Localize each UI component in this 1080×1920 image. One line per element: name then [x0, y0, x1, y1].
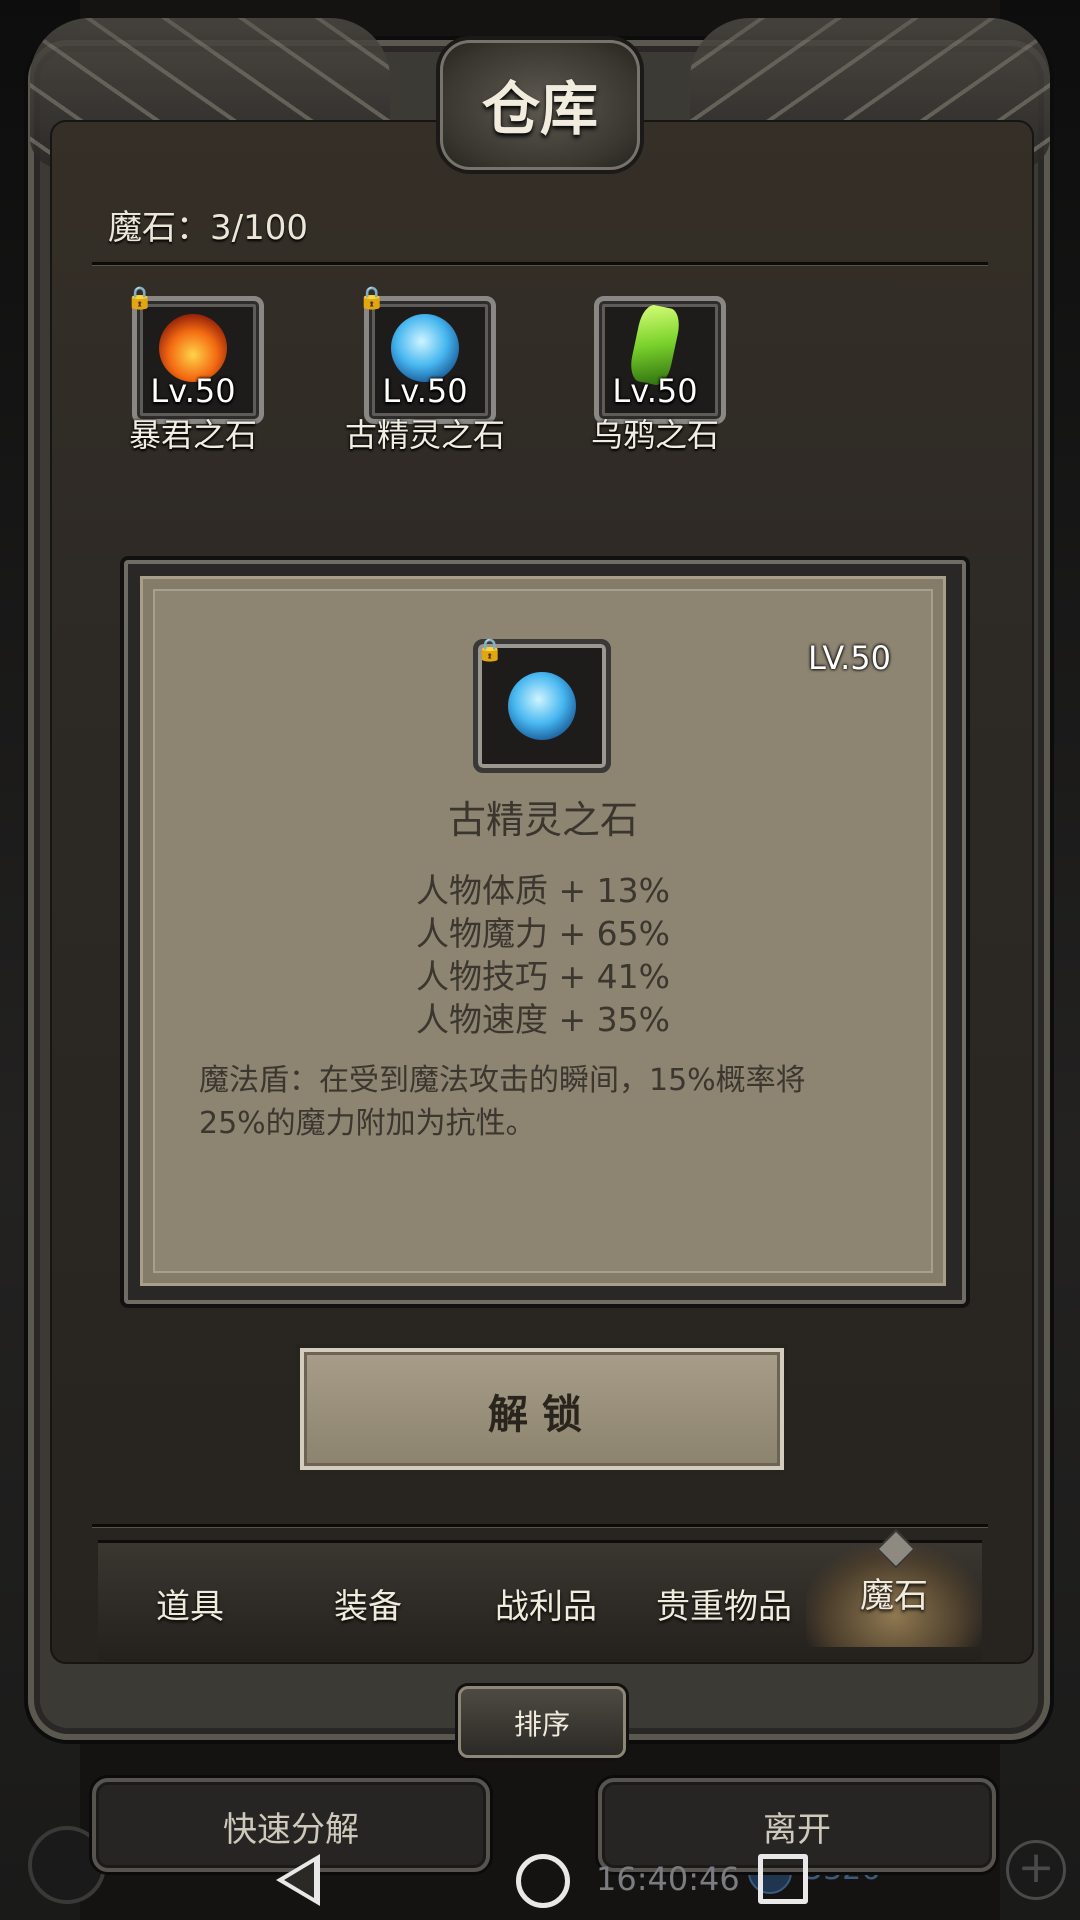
tab-label: 贵重物品	[656, 1587, 792, 1627]
stat-constitution: 人物体质 + 13%	[416, 871, 670, 910]
page-title: 仓库	[481, 75, 598, 143]
quick-decompose-label: 快速分解	[223, 1810, 359, 1850]
sort-button-label: 排序	[513, 1708, 570, 1741]
stat-speed: 人物速度 + 35%	[416, 1000, 670, 1039]
lock-icon: 🔒	[358, 286, 386, 311]
tab-magic-stones[interactable]: 魔石	[806, 1529, 982, 1647]
stone-item-tyrant[interactable]: 🔒 Lv.50 暴君之石	[126, 286, 264, 454]
unlock-button-label: 解锁	[488, 1392, 596, 1438]
unlock-button[interactable]: 解锁	[300, 1348, 784, 1470]
leave-label: 离开	[763, 1810, 831, 1850]
lock-icon: 🔒	[476, 638, 504, 663]
stone-name: 乌鸦之石	[590, 416, 719, 454]
tab-items[interactable]: 道具	[102, 1579, 278, 1628]
tab-label: 装备	[334, 1587, 402, 1627]
blue-crystal-icon	[508, 672, 576, 740]
tab-valuables[interactable]: 贵重物品	[636, 1579, 812, 1628]
stone-name: 暴君之石	[128, 416, 257, 454]
stone-item-crow[interactable]: Lv.50 乌鸦之石	[590, 292, 726, 454]
tab-label: 战利品	[495, 1587, 597, 1627]
stone-level: Lv.50	[150, 372, 236, 410]
home-icon[interactable]	[516, 1854, 570, 1908]
detail-item-slot: 🔒	[473, 638, 611, 773]
stone-count: 魔石：3/100	[108, 208, 308, 248]
divider-top	[92, 262, 988, 265]
category-tabs: 道具 装备 战利品 贵重物品 魔石	[98, 1529, 982, 1661]
stone-name: 古精灵之石	[344, 416, 505, 454]
lock-icon: 🔒	[126, 286, 154, 311]
tab-label: 魔石	[860, 1576, 928, 1616]
stat-list: 人物体质 + 13% 人物魔力 + 65% 人物技巧 + 41% 人物速度 + …	[143, 869, 943, 1041]
divider-bottom	[92, 1524, 988, 1527]
leave-button[interactable]: 离开	[598, 1778, 996, 1872]
stone-level: Lv.50	[612, 372, 698, 410]
add-icon[interactable]: +	[1006, 1840, 1066, 1900]
tab-equipment[interactable]: 装备	[280, 1579, 456, 1628]
skill-description: 魔法盾：在受到魔法攻击的瞬间，15%概率将25%的魔力附加为抗性。	[199, 1063, 806, 1141]
clock: 16:40:46	[596, 1860, 740, 1898]
stone-item-ancient-elf[interactable]: 🔒 Lv.50 古精灵之石	[345, 286, 505, 454]
detail-stone-name: 古精灵之石	[447, 798, 638, 842]
detail-card: LV.50 🔒 古精灵之石 人物体质 + 13% 人物魔力 + 65% 人物技巧…	[140, 576, 946, 1286]
stone-level: Lv.50	[382, 372, 468, 410]
stat-skill: 人物技巧 + 41%	[416, 957, 670, 996]
tab-loot[interactable]: 战利品	[458, 1579, 634, 1628]
sort-button[interactable]: 排序	[458, 1686, 626, 1758]
tab-label: 道具	[156, 1587, 224, 1627]
quick-decompose-button[interactable]: 快速分解	[92, 1778, 490, 1872]
stat-magic: 人物魔力 + 65%	[416, 914, 670, 953]
detail-level: LV.50	[808, 639, 891, 677]
